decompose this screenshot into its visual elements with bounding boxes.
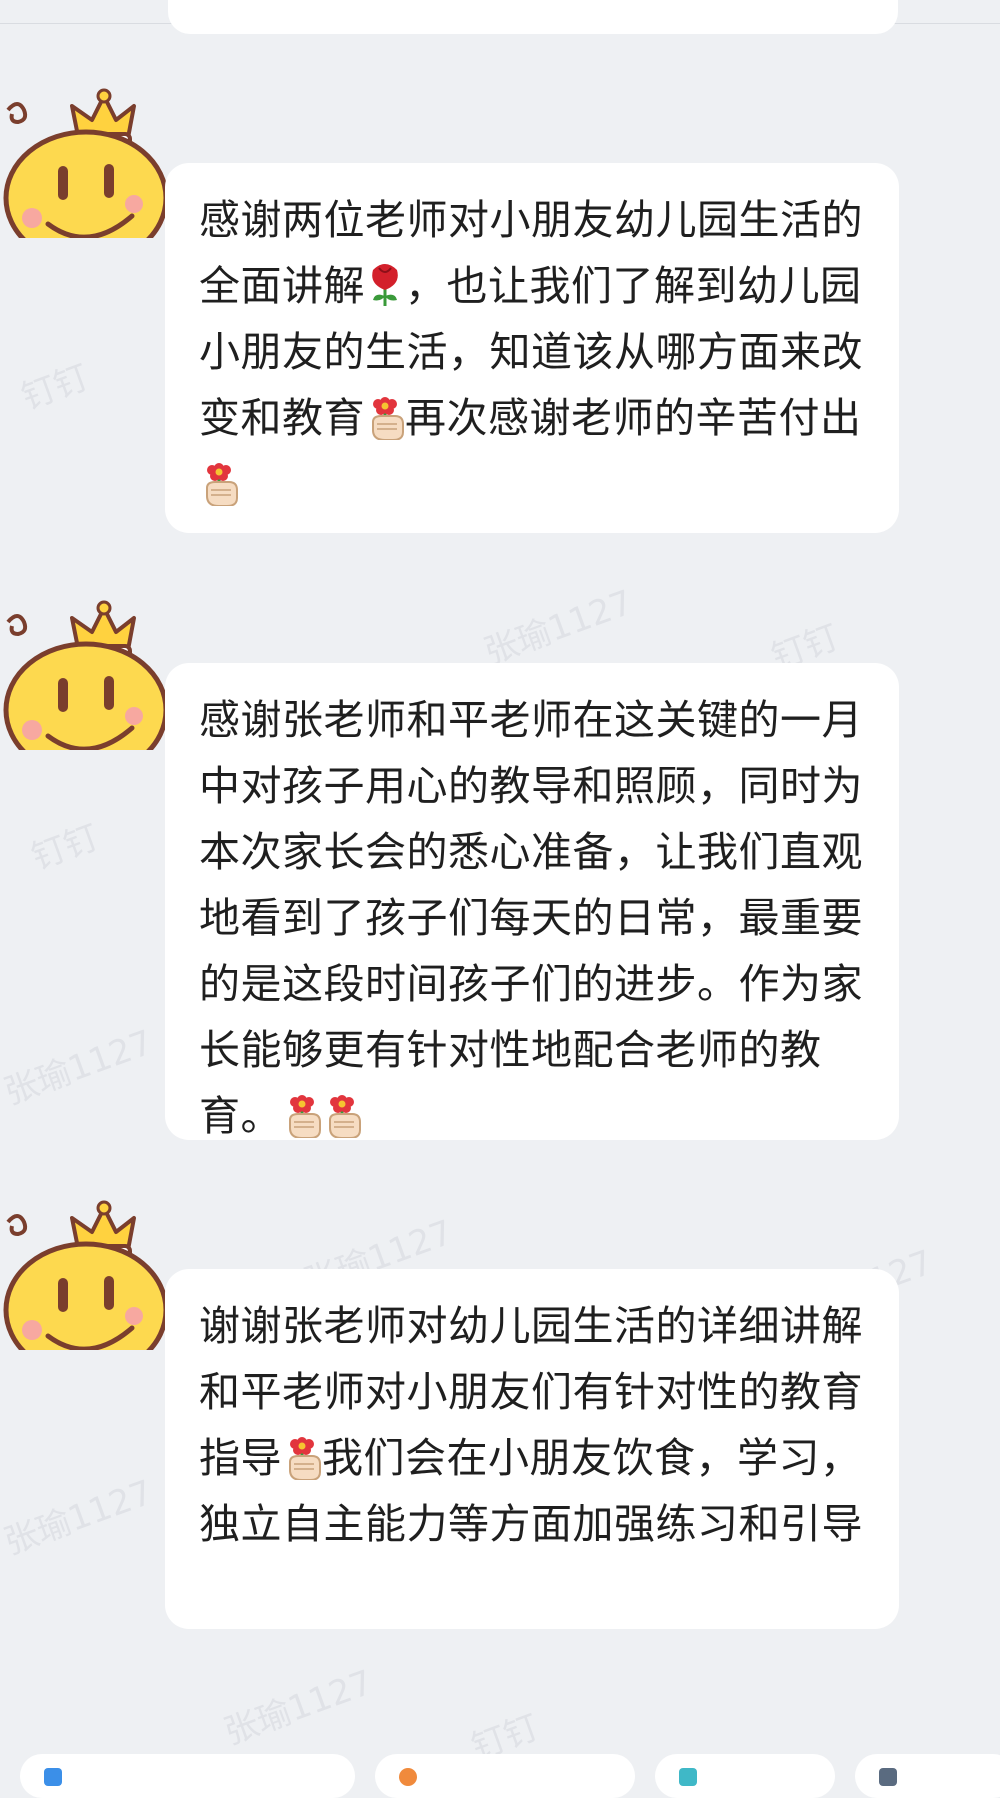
watermark-text: 张瑜1127 xyxy=(479,582,638,674)
quick-action-chip[interactable] xyxy=(375,1754,635,1798)
smiley-crown-avatar-icon[interactable] xyxy=(0,48,172,267)
message-bubble[interactable]: 感谢两位老师对小朋友幼儿园生活的全面讲解 ，也让我们了解到幼儿园小朋友的生活，知道… xyxy=(165,163,899,533)
chip-icon xyxy=(679,1768,697,1786)
message-text: 再次感谢老师的辛苦付出 xyxy=(405,394,862,442)
chip-icon xyxy=(879,1768,897,1786)
watermark-text: 张瑜1127 xyxy=(0,1472,158,1564)
hand-flower-emoji-icon xyxy=(199,458,239,507)
message-text: 感谢张老师和平老师在这关键的一月中对孩子用心的教导和照顾，同时为本次家长会的悉心… xyxy=(199,696,863,1140)
watermark-text: 张瑜1127 xyxy=(219,1662,378,1754)
smiley-crown-avatar-icon[interactable] xyxy=(0,560,172,779)
hand-flower-emoji-icon xyxy=(282,1432,322,1481)
watermark-text: 张瑜1127 xyxy=(0,1022,158,1114)
previous-message-bubble[interactable] xyxy=(168,0,898,34)
hand-flower-emoji-icon xyxy=(322,1090,362,1139)
chip-icon xyxy=(44,1768,62,1786)
quick-action-chip[interactable] xyxy=(855,1754,1000,1798)
rose-emoji-icon xyxy=(365,260,405,308)
hand-flower-emoji-icon xyxy=(282,1090,322,1139)
chip-icon xyxy=(399,1768,417,1786)
quick-action-bar xyxy=(0,1748,1000,1798)
smiley-crown-avatar-icon[interactable] xyxy=(0,1160,172,1379)
message-bubble[interactable]: 谢谢张老师对幼儿园生活的详细讲解和平老师对小朋友们有针对性的教育指导 我们会在小朋… xyxy=(165,1269,899,1629)
message-bubble[interactable]: 感谢张老师和平老师在这关键的一月中对孩子用心的教导和照顾，同时为本次家长会的悉心… xyxy=(165,663,899,1140)
watermark-text: 钉钉 xyxy=(26,817,104,879)
hand-flower-emoji-icon xyxy=(365,392,405,441)
quick-action-chip[interactable] xyxy=(20,1754,355,1798)
quick-action-chip[interactable] xyxy=(655,1754,835,1798)
watermark-text: 钉钉 xyxy=(16,357,94,419)
